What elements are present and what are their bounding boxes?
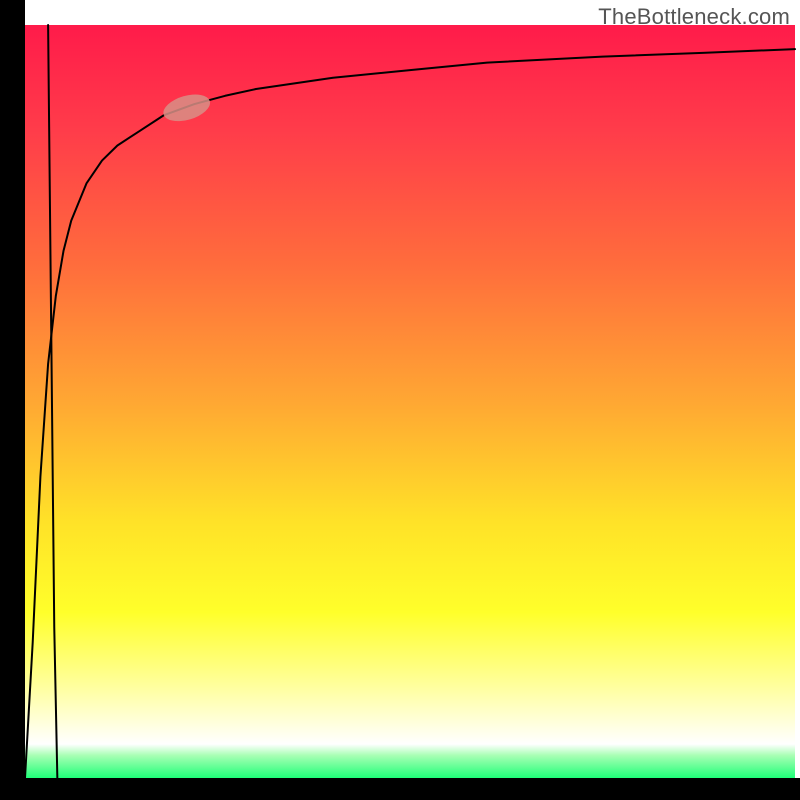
axis-bottom [0, 778, 800, 800]
axis-left [0, 0, 25, 800]
plot-background [25, 25, 795, 778]
watermark-label: TheBottleneck.com [598, 4, 790, 30]
bottleneck-chart [0, 0, 800, 800]
